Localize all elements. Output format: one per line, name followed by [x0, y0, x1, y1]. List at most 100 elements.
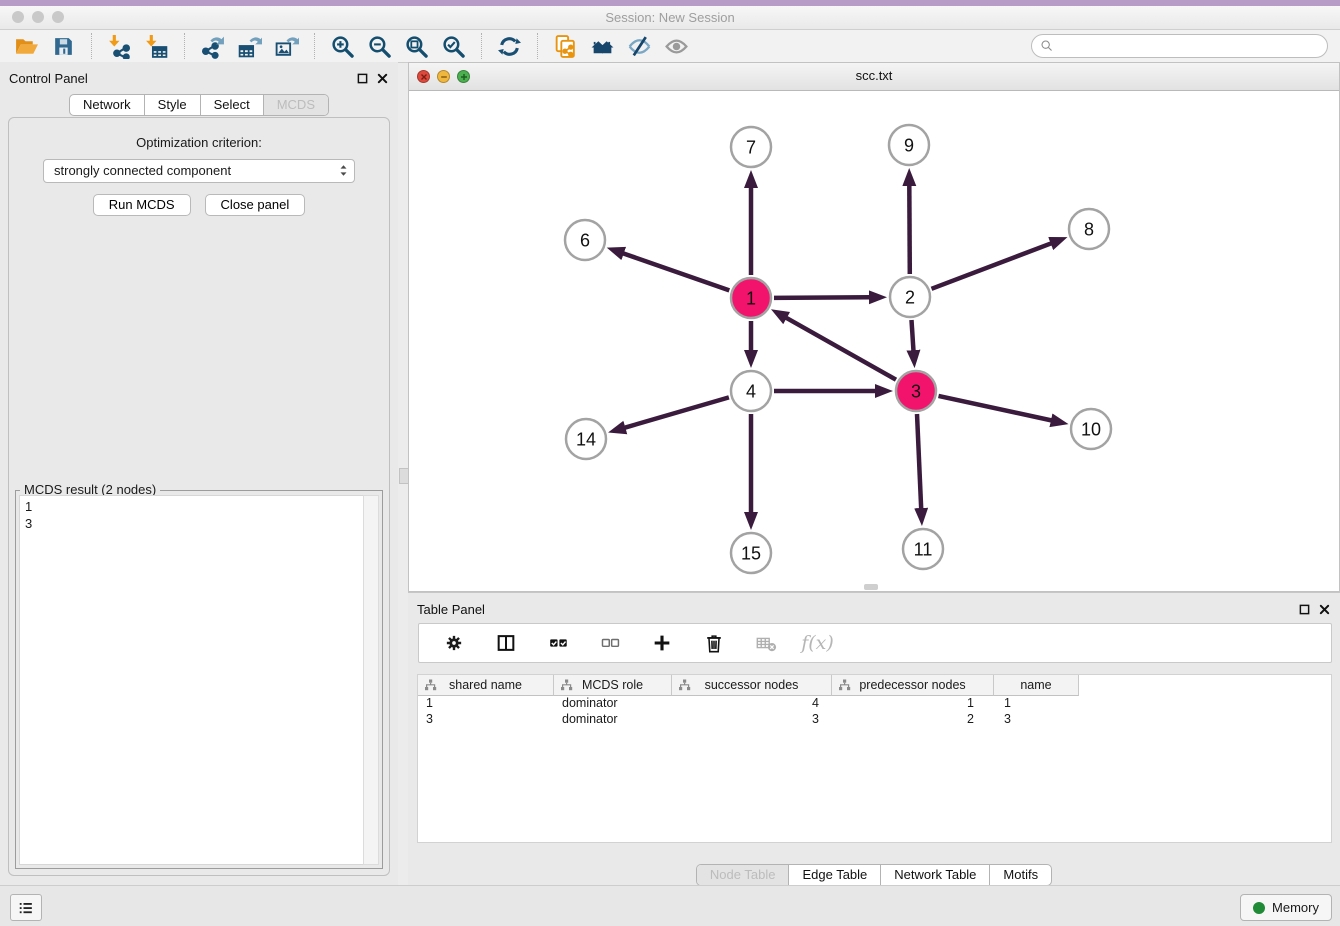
zoom-window-button[interactable]: [52, 11, 64, 23]
import-network-button[interactable]: [104, 32, 135, 60]
graph-edge-3-1[interactable]: [786, 318, 896, 380]
network-minimize-button[interactable]: [437, 70, 450, 83]
close-window-button[interactable]: [12, 11, 24, 23]
toolbar-separator: [481, 33, 482, 59]
table-cell: 3: [418, 712, 554, 728]
graph-edge-3-11[interactable]: [917, 414, 921, 509]
graph-edge-1-2[interactable]: [774, 297, 870, 298]
gear-button[interactable]: [438, 629, 469, 657]
export-image-icon: [274, 34, 299, 59]
table-cell: dominator: [554, 696, 672, 712]
table-panel-float-button[interactable]: [1299, 602, 1310, 620]
graph-node-15[interactable]: 15: [731, 533, 771, 573]
column-header-shared-name[interactable]: shared name: [418, 675, 554, 696]
run-mcds-button[interactable]: Run MCDS: [93, 194, 191, 216]
graph-node-10[interactable]: 10: [1071, 409, 1111, 449]
column-header-predecessor-nodes[interactable]: predecessor nodes: [832, 675, 994, 696]
tab-edge-table[interactable]: Edge Table: [788, 865, 880, 885]
refresh-button[interactable]: [494, 32, 525, 60]
task-list-button[interactable]: [10, 894, 42, 921]
graph-edge-2-9[interactable]: [909, 185, 910, 274]
table-row[interactable]: 1dominator411: [418, 696, 1331, 712]
trash-button[interactable]: [698, 629, 729, 657]
export-network-button[interactable]: [197, 32, 228, 60]
list-icon: [16, 898, 36, 918]
zoom-out-button[interactable]: [364, 32, 395, 60]
copy-network-icon: [553, 34, 578, 59]
column-header-successor-nodes[interactable]: successor nodes: [672, 675, 832, 696]
open-session-button[interactable]: [11, 32, 42, 60]
network-zoom-button[interactable]: [457, 70, 470, 83]
criterion-value: strongly connected component: [54, 163, 231, 178]
mcds-result-text[interactable]: 1 3: [19, 495, 365, 865]
graph-edge-3-10[interactable]: [939, 396, 1052, 421]
control-panel-close-button[interactable]: [377, 71, 388, 89]
column-type-icon: [838, 679, 851, 694]
toolbar-separator: [91, 33, 92, 59]
table-cell: dominator: [554, 712, 672, 728]
fx-button[interactable]: f(x): [802, 629, 833, 657]
minimize-window-button[interactable]: [32, 11, 44, 23]
node-table: shared nameMCDS rolesuccessor nodesprede…: [417, 674, 1332, 843]
save-session-icon: [51, 34, 76, 59]
graph-node-9[interactable]: 9: [889, 125, 929, 165]
close-panel-button[interactable]: Close panel: [205, 194, 306, 216]
export-image-button[interactable]: [271, 32, 302, 60]
network-canvas[interactable]: 7 9 6 8 1 2 4 3 14 10 15 11: [409, 91, 1339, 591]
memory-status-icon: [1253, 902, 1265, 914]
result-scrollbar[interactable]: [363, 495, 379, 865]
table-row[interactable]: 3dominator323: [418, 712, 1331, 728]
tab-network-table[interactable]: Network Table: [880, 865, 989, 885]
memory-button[interactable]: Memory: [1240, 894, 1332, 921]
graph-node-2[interactable]: 2: [890, 277, 930, 317]
save-session-button[interactable]: [48, 32, 79, 60]
column-header-MCDS-role[interactable]: MCDS role: [554, 675, 672, 696]
table-panel-title: Table Panel: [417, 602, 485, 617]
tab-select[interactable]: Select: [200, 95, 263, 115]
export-table-button[interactable]: [234, 32, 265, 60]
control-panel-float-button[interactable]: [357, 71, 368, 89]
columns-button[interactable]: [490, 629, 521, 657]
criterion-select[interactable]: strongly connected component: [43, 159, 355, 183]
neighbors-button[interactable]: [587, 32, 618, 60]
graph-edge-2-8[interactable]: [932, 243, 1052, 289]
network-close-button[interactable]: [417, 70, 430, 83]
graph-node-1[interactable]: 1: [731, 278, 771, 318]
table-delete-button[interactable]: [750, 629, 781, 657]
graph-node-11[interactable]: 11: [903, 529, 943, 569]
zoom-selected-button[interactable]: [438, 32, 469, 60]
tab-node-table[interactable]: Node Table: [697, 865, 789, 885]
import-table-button[interactable]: [141, 32, 172, 60]
check-pair-icon: [547, 632, 569, 654]
graph-edge-4-14[interactable]: [624, 397, 729, 427]
plus-button[interactable]: [646, 629, 677, 657]
uncheck-pair-button[interactable]: [594, 629, 625, 657]
table-panel-close-button[interactable]: [1319, 602, 1330, 620]
tab-motifs[interactable]: Motifs: [989, 865, 1051, 885]
tab-network[interactable]: Network: [70, 95, 144, 115]
graph-node-6[interactable]: 6: [565, 220, 605, 260]
graph-node-14[interactable]: 14: [566, 419, 606, 459]
network-hscrollbar-thumb[interactable]: [864, 584, 878, 590]
copy-network-button[interactable]: [550, 32, 581, 60]
hide-selected-button[interactable]: [624, 32, 655, 60]
column-header-name[interactable]: name: [994, 675, 1079, 696]
graph-edge-1-6[interactable]: [623, 253, 730, 290]
graph-edge-2-3[interactable]: [912, 320, 914, 351]
graph-node-3[interactable]: 3: [896, 371, 936, 411]
tab-mcds[interactable]: MCDS: [263, 95, 328, 115]
graph-node-8[interactable]: 8: [1069, 209, 1109, 249]
tab-style[interactable]: Style: [144, 95, 200, 115]
search-box[interactable]: [1031, 34, 1328, 58]
zoom-fit-button[interactable]: [401, 32, 432, 60]
graph-node-7[interactable]: 7: [731, 127, 771, 167]
network-title: scc.txt: [409, 63, 1339, 89]
zoom-in-button[interactable]: [327, 32, 358, 60]
search-input[interactable]: [1055, 36, 1327, 56]
optimization-criterion-label: Optimization criterion:: [9, 135, 389, 150]
check-pair-button[interactable]: [542, 629, 573, 657]
network-window-titlebar[interactable]: scc.txt: [409, 63, 1339, 91]
select-stepper-icon: [339, 163, 348, 185]
graph-node-4[interactable]: 4: [731, 371, 771, 411]
show-all-button[interactable]: [661, 32, 692, 60]
